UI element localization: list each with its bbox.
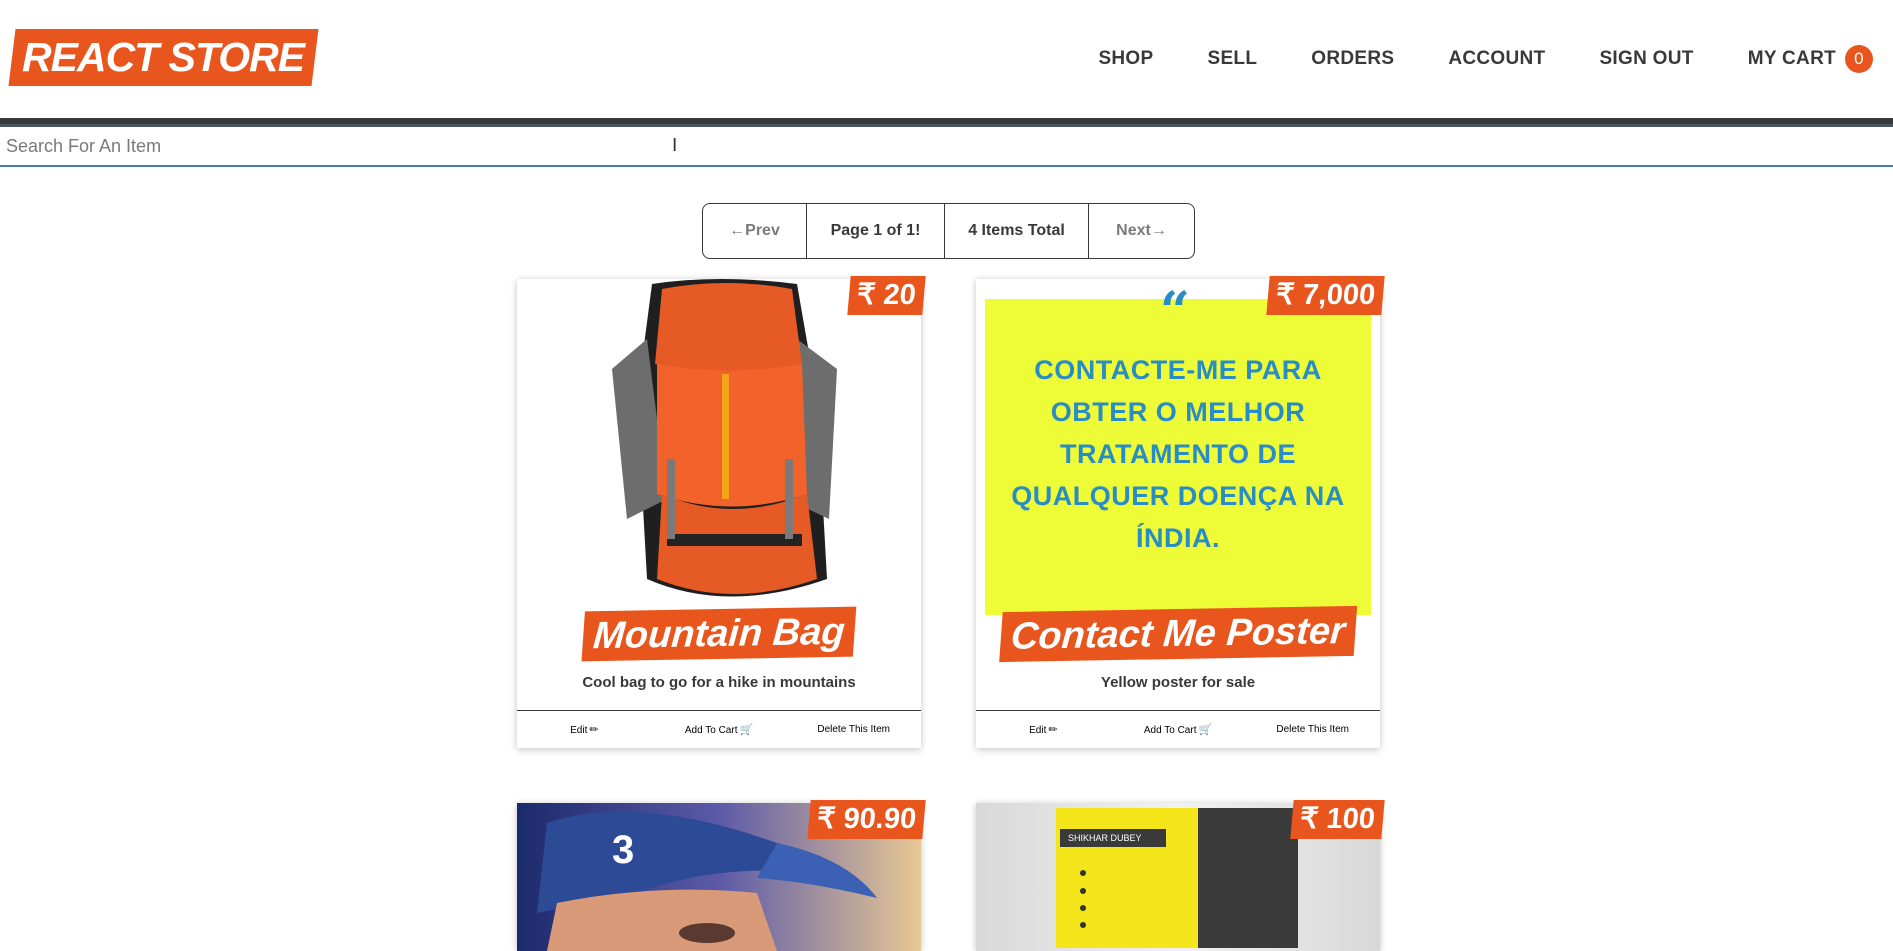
cart-label: MY CART [1747,48,1836,69]
nav-account[interactable]: ACCOUNT [1448,48,1545,70]
product-card: SHIKHAR DUBEY ₹ 100 [976,800,1385,951]
edit-label: Edit [570,725,588,736]
business-card-image: SHIKHAR DUBEY [1056,808,1298,948]
phone-icon [1080,888,1086,894]
business-card-wave [1198,808,1298,948]
business-card-name: SHIKHAR DUBEY [1060,829,1166,847]
product-card: ₹ 20 Mountain Bag Cool bag to go for a h… [517,276,926,748]
card-actions: Edit ✏ Add To Cart 🛒 Delete This Item [517,710,921,748]
cart-count-badge: 0 [1845,45,1873,73]
main-nav: SHOP SELL ORDERS ACCOUNT SIGN OUT MY CAR… [1044,40,1873,78]
nav-shop[interactable]: SHOP [1098,48,1153,70]
product-image[interactable] [517,279,921,634]
edit-button[interactable]: Edit ✏ [976,723,1111,736]
price-tag: ₹ 100 [1290,800,1385,839]
items-total: 4 Items Total [945,204,1089,258]
cart-icon: 🛒 [1198,724,1213,736]
text-cursor-icon: I [672,135,678,156]
pencil-icon: ✏ [589,724,599,736]
product-description: Yellow poster for sale [1100,674,1256,691]
product-title: Mountain Bag [581,606,857,662]
email-icon [1080,905,1086,911]
price-tag: ₹ 90.90 [807,800,926,839]
backpack-image [612,279,837,609]
location-icon [1080,870,1086,876]
edit-label: Edit [1029,725,1047,736]
product-card: CONTACTE-ME PARA OBTER O MELHOR TRATAMEN… [976,276,1385,748]
poster-text: CONTACTE-ME PARA OBTER O MELHOR TRATAMEN… [1011,355,1345,553]
product-description: Cool bag to go for a hike in mountains [582,674,856,691]
add-to-cart-button[interactable]: Add To Cart 🛒 [652,723,787,736]
price-tag: ₹ 7,000 [1266,276,1385,315]
pagination: ←Prev Page 1 of 1! 4 Items Total Next→ [702,203,1195,259]
header: REACT STORE SHOP SELL ORDERS ACCOUNT SIG… [0,0,1893,118]
nav-sign-out[interactable]: SIGN OUT [1599,48,1693,70]
delete-button[interactable]: Delete This Item [786,724,921,735]
cart-icon: 🛒 [739,724,754,736]
delete-button[interactable]: Delete This Item [1245,724,1380,735]
pencil-icon: ✏ [1048,724,1058,736]
search-input[interactable] [0,127,1893,167]
logo-text: REACT STORE [22,34,305,80]
add-to-cart-label: Add To Cart [1143,725,1197,736]
product-title: Contact Me Poster [999,605,1357,663]
next-page-button[interactable]: Next→ [1089,204,1194,258]
poster-image: CONTACTE-ME PARA OBTER O MELHOR TRATAMEN… [985,299,1371,615]
edit-button[interactable]: Edit ✏ [517,723,652,736]
quote-icon: “ [1160,281,1190,342]
add-to-cart-label: Add To Cart [684,725,738,736]
nav-my-cart[interactable]: MY CART 0 [1748,45,1873,73]
card-actions: Edit ✏ Add To Cart 🛒 Delete This Item [976,710,1380,748]
web-icon [1080,922,1086,928]
price-tag: ₹ 20 [847,276,926,315]
page-indicator: Page 1 of 1! [807,204,945,258]
nav-orders[interactable]: ORDERS [1311,48,1394,70]
product-card: 3 ₹ 90.90 [517,800,926,951]
store-logo[interactable]: REACT STORE [8,29,319,86]
product-image[interactable]: CONTACTE-ME PARA OBTER O MELHOR TRATAMEN… [976,279,1380,634]
nav-sell[interactable]: SELL [1207,48,1257,70]
add-to-cart-button[interactable]: Add To Cart 🛒 [1111,723,1246,736]
prev-page-button[interactable]: ←Prev [703,204,807,258]
svg-text:3: 3 [612,828,634,872]
